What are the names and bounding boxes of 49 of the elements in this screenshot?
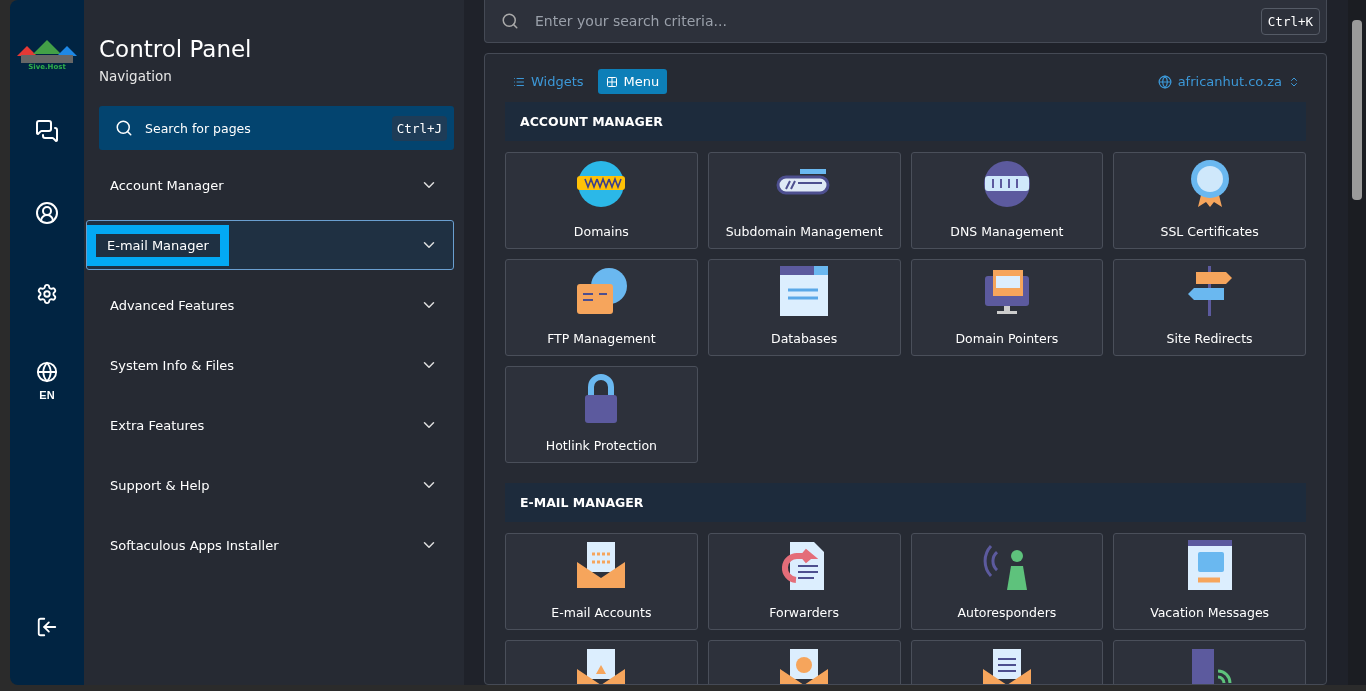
shortcut-key: Ctrl+J: [391, 115, 447, 141]
nav-item[interactable]: Extra Features: [99, 400, 454, 450]
list-icon: [513, 75, 525, 88]
menu-tile[interactable]: [910, 640, 1104, 684]
up-down-chevron-icon: [1288, 75, 1300, 88]
view-tab[interactable]: Widgets: [505, 69, 592, 94]
menu-tile[interactable]: [1113, 640, 1306, 684]
scrollbar[interactable]: [1348, 0, 1366, 685]
nav-item[interactable]: Account Manager: [99, 160, 454, 210]
menu-tile[interactable]: Hotlink Protection: [505, 366, 698, 463]
page-search-input[interactable]: Search for pages: [143, 119, 382, 137]
nav-item[interactable]: Advanced Features: [99, 280, 454, 330]
menu-tile[interactable]: DNS Management: [910, 152, 1104, 249]
huts-logo-icon: [15, 38, 79, 64]
menu-tile[interactable]: SSL Certificates: [1113, 152, 1306, 249]
panel-title: Control Panel: [99, 36, 253, 62]
search-icon: [115, 119, 133, 137]
domain-selector[interactable]: africanhut.co.za: [1151, 73, 1306, 90]
grid-icon: [605, 75, 618, 88]
menu-tile[interactable]: [707, 640, 901, 684]
logout-icon[interactable]: [36, 616, 58, 638]
menu-tile[interactable]: FTP Management: [505, 259, 698, 356]
nav-item[interactable]: E-mail Manager: [86, 220, 454, 270]
menu-tile[interactable]: Autoresponders: [910, 533, 1104, 630]
search-icon: [501, 12, 519, 30]
section-header: E-MAIL MANAGER: [505, 483, 1306, 522]
menu-tile[interactable]: Site Redirects: [1113, 259, 1306, 356]
nav-item[interactable]: System Info & Files: [99, 340, 454, 390]
view-tab[interactable]: Menu: [597, 69, 668, 94]
user-icon[interactable]: [35, 201, 59, 225]
settings-icon[interactable]: [36, 283, 58, 305]
chat-icon[interactable]: [35, 119, 59, 143]
menu-tile[interactable]: Vacation Messages: [1113, 533, 1306, 630]
menu-tile[interactable]: [505, 640, 698, 684]
page-search-field[interactable]: Search for pages Ctrl+J: [99, 106, 454, 150]
menu-tile[interactable]: E-mail Accounts: [505, 533, 698, 630]
menu-tile[interactable]: Databases: [707, 259, 901, 356]
menu-tile[interactable]: Forwarders: [707, 533, 901, 630]
nav-item[interactable]: Softaculous Apps Installer: [99, 520, 454, 570]
globe-icon: [1157, 74, 1172, 89]
menu-tile[interactable]: Subdomain Management: [707, 152, 901, 249]
nav-item[interactable]: Support & Help: [99, 460, 454, 510]
shortcut-key: Ctrl+K: [1260, 7, 1320, 35]
section-header: ACCOUNT MANAGER: [505, 102, 1306, 141]
global-search-input[interactable]: Enter your search criteria...: [533, 12, 1247, 30]
menu-tile[interactable]: Domain Pointers: [910, 259, 1104, 356]
panel-subtitle: Navigation: [99, 68, 173, 84]
menu-tile[interactable]: Domains: [505, 152, 698, 249]
global-search-field[interactable]: Enter your search criteria... Ctrl+K: [484, 0, 1327, 43]
